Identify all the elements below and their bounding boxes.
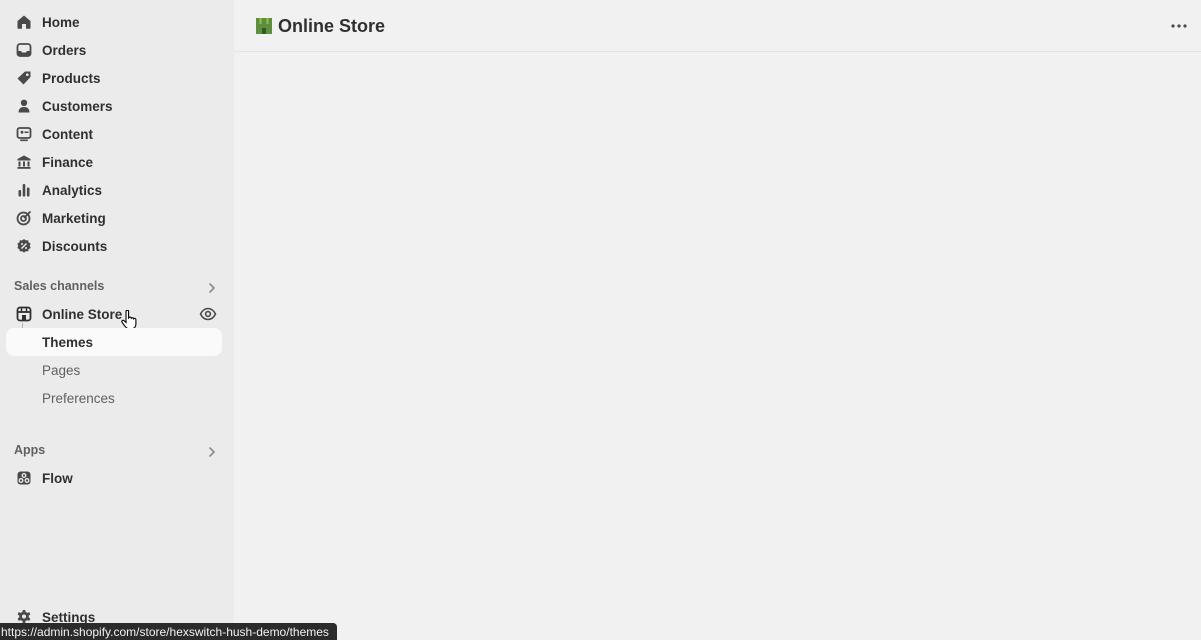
sub-item-label: Pages — [42, 362, 81, 378]
nav-item-analytics[interactable]: Analytics — [6, 177, 222, 203]
online-store-label: Online Store — [42, 306, 123, 322]
chevron-right-icon[interactable] — [205, 445, 219, 459]
nav-item-label: Products — [42, 70, 101, 86]
nav-item-flow[interactable]: Flow — [6, 465, 222, 491]
content-icon — [16, 126, 32, 142]
flow-label: Flow — [42, 470, 73, 486]
page-header: Online Store — [234, 0, 1201, 52]
bar-chart-icon — [16, 182, 32, 198]
page-title: Online Store — [278, 16, 386, 36]
nav-item-label: Home — [42, 14, 80, 30]
target-icon — [16, 210, 32, 226]
nav-item-customers[interactable]: Customers — [6, 93, 222, 119]
home-icon — [16, 14, 32, 30]
sub-item-label: Preferences — [42, 390, 115, 406]
nav-item-label: Discounts — [42, 238, 108, 254]
sub-item-themes[interactable]: Themes — [6, 328, 222, 356]
nav-item-marketing[interactable]: Marketing — [6, 205, 222, 231]
nav-item-label: Orders — [42, 42, 87, 58]
nav-item-orders[interactable]: Orders — [6, 37, 222, 63]
nav-item-label: Finance — [42, 154, 94, 170]
flow-icon — [16, 470, 32, 486]
nav-item-label: Marketing — [42, 210, 106, 226]
nav-item-label: Content — [42, 126, 93, 142]
nav-item-label: Customers — [42, 98, 113, 114]
tag-icon — [16, 70, 32, 86]
more-actions-icon[interactable] — [1168, 16, 1190, 36]
nav-item-home[interactable]: Home — [6, 9, 222, 35]
nav-item-finance[interactable]: Finance — [6, 149, 222, 175]
chevron-right-icon[interactable] — [205, 281, 219, 295]
sub-item-label: Themes — [42, 334, 94, 350]
online-store-logo-icon — [256, 18, 272, 34]
eye-icon[interactable] — [199, 306, 217, 322]
nav-item-content[interactable]: Content — [6, 121, 222, 147]
sub-item-preferences[interactable]: Preferences — [6, 384, 222, 412]
inbox-icon — [16, 42, 32, 58]
sidebar: Home Orders Products Customers Content F… — [0, 0, 234, 640]
apps-title: Apps — [14, 443, 46, 457]
store-icon — [16, 306, 32, 322]
status-bar-url: https://admin.shopify.com/store/hexswitc… — [0, 623, 337, 640]
nav-item-products[interactable]: Products — [6, 65, 222, 91]
bank-icon — [16, 154, 32, 170]
nav-item-online-store[interactable]: Online Store — [6, 301, 222, 327]
sales-channels-title: Sales channels — [14, 279, 105, 293]
hand-cursor-icon — [121, 310, 137, 330]
nav-item-discounts[interactable]: Discounts — [6, 233, 222, 259]
sub-item-pages[interactable]: Pages — [6, 356, 222, 384]
nav-item-label: Analytics — [42, 182, 103, 198]
person-icon — [16, 98, 32, 114]
discount-icon — [16, 238, 32, 254]
main-content: Online Store — [234, 0, 1201, 640]
